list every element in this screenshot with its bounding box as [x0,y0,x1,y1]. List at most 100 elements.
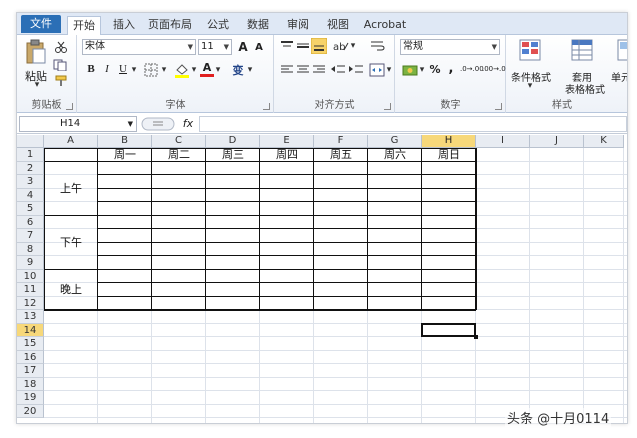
number-format-select[interactable]: 常规 ▼ [400,39,500,55]
row-header-12[interactable]: 12 [17,296,44,310]
period-label[interactable]: 晚上 [44,270,98,311]
tab-data[interactable]: 数据 [241,16,275,35]
format-as-table-button[interactable]: 表格格式 [561,81,609,96]
align-center-icon[interactable] [297,65,309,75]
merge-dropdown-icon[interactable]: ▾ [385,65,393,75]
paste-icon[interactable] [25,39,47,65]
period-label[interactable]: 上午 [44,162,98,216]
bold-button[interactable]: B [84,63,98,75]
tab-acrobat[interactable]: Acrobat [361,16,409,35]
number-launcher-icon[interactable] [495,103,502,110]
column-header-e[interactable]: E [260,135,314,148]
select-all-corner[interactable] [17,135,44,148]
grow-font-button[interactable]: A [236,40,250,54]
shrink-font-button[interactable]: A [252,42,266,53]
currency-dropdown-icon[interactable]: ▾ [418,65,426,75]
tab-formulas[interactable]: 公式 [201,16,235,35]
row-header-11[interactable]: 11 [17,283,44,297]
cell-styles-icon[interactable] [617,39,628,61]
copy-icon[interactable] [53,59,69,71]
row-header-13[interactable]: 13 [17,310,44,324]
name-box[interactable]: H14 ▼ [19,116,137,132]
align-bottom-icon[interactable] [311,38,327,54]
row-header-19[interactable]: 19 [17,391,44,405]
cell-styles-button[interactable]: 单元格 [611,69,627,84]
row-header-17[interactable]: 17 [17,364,44,378]
paste-dropdown-icon[interactable]: ▾ [27,80,47,90]
period-label[interactable]: 下午 [44,216,98,270]
underline-dropdown-icon[interactable]: ▾ [130,65,138,75]
column-header-k[interactable]: K [584,135,624,148]
phonetic-button[interactable]: 变 [230,62,246,78]
fill-color-dropdown-icon[interactable]: ▾ [190,65,198,75]
align-right-icon[interactable] [313,65,325,75]
font-launcher-icon[interactable] [263,103,270,110]
alignment-launcher-icon[interactable] [384,103,391,110]
phonetic-dropdown-icon[interactable]: ▾ [246,65,254,75]
orientation-dropdown-icon[interactable]: ▾ [349,41,357,51]
borders-icon[interactable] [144,63,158,77]
tab-page-layout[interactable]: 页面布局 [145,16,195,35]
decrease-decimal-button[interactable]: .00→.0 [482,65,506,73]
tab-insert[interactable]: 插入 [107,16,141,35]
active-cell[interactable] [421,322,478,339]
weekday-header[interactable]: 周五 [314,148,368,162]
formula-input[interactable] [199,116,627,132]
percent-button[interactable]: % [428,63,442,76]
font-size-select[interactable]: 11 ▼ [198,39,232,55]
tab-view[interactable]: 视图 [321,16,355,35]
insert-function-button[interactable]: fx [179,116,197,132]
weekday-header[interactable]: 周四 [260,148,314,162]
align-top-icon[interactable] [281,41,293,51]
row-header-5[interactable]: 5 [17,202,44,216]
cut-icon[interactable] [55,41,67,53]
row-header-2[interactable]: 2 [17,161,44,175]
align-middle-icon[interactable] [297,41,309,51]
column-header-h[interactable]: H [422,135,476,148]
clipboard-launcher-icon[interactable] [66,103,73,110]
row-header-3[interactable]: 3 [17,175,44,189]
formula-bar-resizer-icon[interactable] [141,117,175,131]
column-header-f[interactable]: F [314,135,368,148]
row-header-10[interactable]: 10 [17,269,44,283]
increase-decimal-button[interactable]: .0→.00 [460,65,484,73]
wrap-text-icon[interactable] [371,40,385,52]
weekday-header[interactable]: 周日 [422,148,476,162]
align-left-icon[interactable] [281,65,293,75]
conditional-dropdown-icon[interactable]: ▾ [525,81,535,91]
weekday-header[interactable]: 周三 [206,148,260,162]
column-header-a[interactable]: A [44,135,98,148]
row-header-20[interactable]: 20 [17,404,44,418]
borders-dropdown-icon[interactable]: ▾ [160,65,168,75]
row-header-16[interactable]: 16 [17,350,44,364]
row-header-15[interactable]: 15 [17,337,44,351]
column-header-g[interactable]: G [368,135,422,148]
italic-button[interactable]: I [100,63,114,75]
currency-icon[interactable] [402,63,418,77]
tab-file[interactable]: 文件 [21,15,61,33]
weekday-header[interactable]: 周一 [98,148,152,162]
font-name-select[interactable]: 宋体 ▼ [82,39,196,55]
font-color-dropdown-icon[interactable]: ▾ [214,65,222,75]
row-header-18[interactable]: 18 [17,377,44,391]
weekday-header[interactable]: 周二 [152,148,206,162]
row-header-14[interactable]: 14 [17,323,44,337]
font-color-button[interactable]: A [200,61,214,77]
row-header-9[interactable]: 9 [17,256,44,270]
column-header-b[interactable]: B [98,135,152,148]
row-header-6[interactable]: 6 [17,215,44,229]
tab-review[interactable]: 审阅 [281,16,315,35]
row-header-4[interactable]: 4 [17,188,44,202]
tab-home[interactable]: 开始 [67,16,101,36]
row-header-1[interactable]: 1 [17,148,44,162]
row-header-7[interactable]: 7 [17,229,44,243]
underline-button[interactable]: U [116,63,130,75]
merge-center-icon[interactable] [369,63,385,77]
conditional-formatting-icon[interactable] [519,39,541,61]
increase-indent-icon[interactable] [349,65,363,75]
orientation-icon[interactable]: ab [333,40,349,52]
fill-color-icon[interactable] [174,62,190,78]
format-painter-icon[interactable] [55,75,69,87]
decrease-indent-icon[interactable] [331,65,345,75]
worksheet-grid[interactable]: A B C D E F G H I J K 1 2 3 4 5 6 7 8 9 10 11 12 13 14 15 16 17 18 19… [17,135,627,423]
